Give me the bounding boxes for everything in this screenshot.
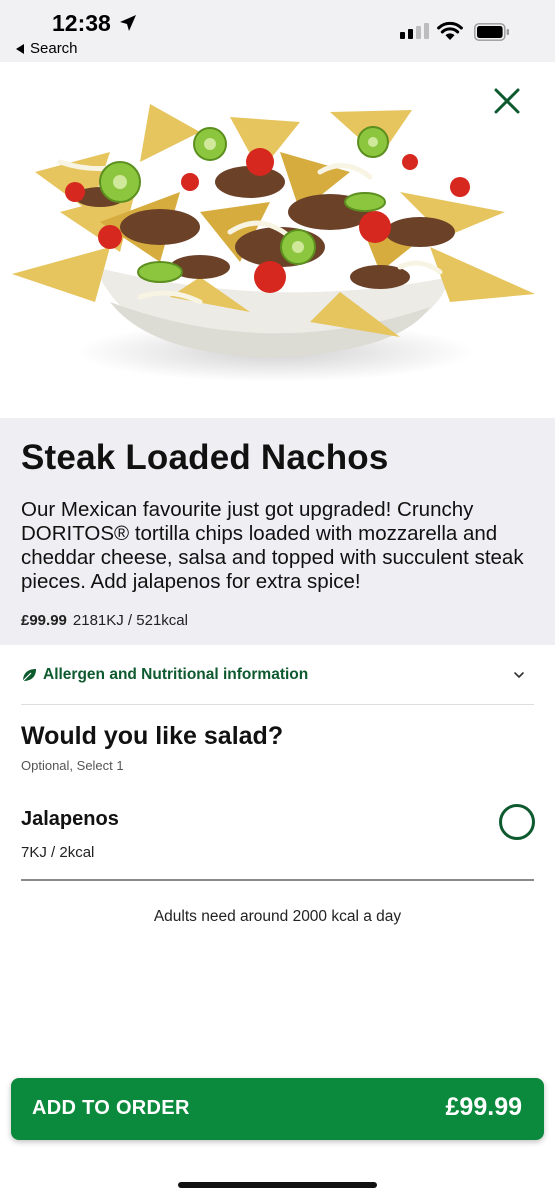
product-info-panel: Steak Loaded Nachos Our Mexican favourit… [0,418,555,645]
allergen-label: Allergen and Nutritional information [43,666,309,683]
product-price-energy: £99.99 2181KJ / 521kcal [21,612,188,629]
product-image [0,62,555,418]
back-search-label: Search [30,40,78,57]
allergen-info-toggle[interactable]: Allergen and Nutritional information [21,660,534,690]
kcal-footnote: Adults need around 2000 kcal a day [153,908,402,925]
option-energy: 7KJ / 2kcal [21,844,95,861]
chevron-down-icon [514,672,524,678]
option-jalapenos[interactable]: Jalapenos 7KJ / 2kcal [21,800,535,880]
add-to-order-button[interactable]: ADD TO ORDER £99.99 [11,1078,544,1140]
back-to-search-link[interactable]: Search [16,40,78,57]
status-time: 12:38 [52,10,111,36]
battery-icon [474,23,509,41]
home-indicator[interactable] [178,1182,377,1188]
divider [21,879,534,881]
product-description: Our Mexican favourite just got upgraded!… [21,498,524,593]
product-energy: 2181KJ / 521kcal [72,612,188,629]
add-to-order-label: ADD TO ORDER [32,1097,190,1119]
option-name: Jalapenos [21,808,119,830]
wifi-icon [437,21,463,40]
options-subtitle: Optional, Select 1 [21,758,124,773]
product-title: Steak Loaded Nachos [21,438,389,477]
options-question: Would you like salad? [21,722,284,750]
divider [21,704,534,705]
product-price: £99.99 [21,612,67,629]
status-bar: 12:38 Search [0,0,555,62]
nachos-illustration [12,104,535,382]
cell-signal-icon [400,23,429,39]
location-arrow-icon [120,15,136,31]
back-arrow-icon [16,43,24,54]
add-to-order-price: £99.99 [445,1093,522,1121]
option-radio-button[interactable] [499,804,535,840]
close-icon[interactable] [490,84,524,118]
leaf-icon [22,669,36,682]
